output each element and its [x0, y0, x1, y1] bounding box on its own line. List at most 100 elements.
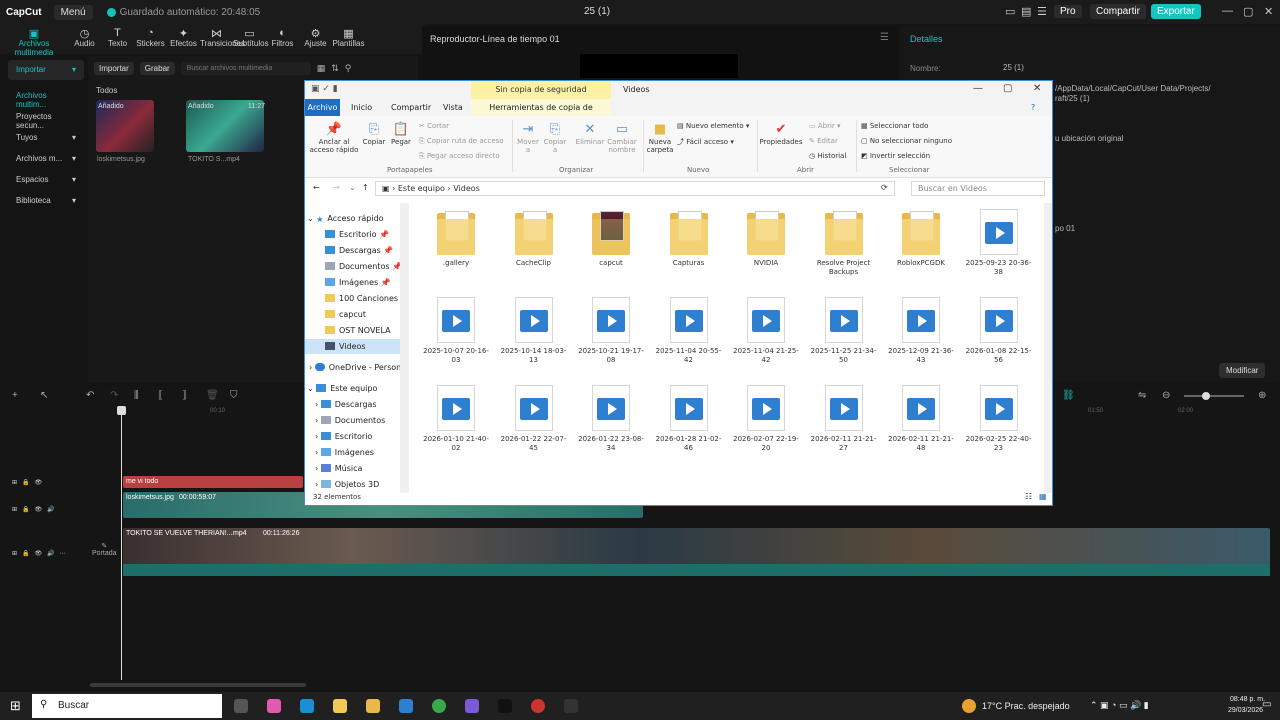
file-item[interactable]: 2026-01-28 21-02-46	[654, 385, 724, 453]
nav-item-quick-access[interactable]: ⌄ ★ Acceso rápido	[307, 211, 403, 226]
file-item[interactable]: 2026-02-11 21-21-48	[886, 385, 956, 453]
tab-filters[interactable]: ◐ Filtros	[266, 24, 299, 54]
cursor-icon[interactable]: ↖	[40, 390, 48, 401]
properties-button[interactable]: ✔ Propiedades	[759, 122, 803, 146]
nav-item-folder[interactable]: capcut	[325, 307, 409, 322]
filter-icon[interactable]: ⚲	[345, 63, 352, 74]
copy-button[interactable]: ⎘ Copiar	[361, 122, 387, 146]
rename-button[interactable]: ▭ Cambiar nombre	[605, 122, 639, 154]
share-button[interactable]: Compartir	[1090, 4, 1146, 19]
file-item[interactable]: NVIDIA	[731, 209, 801, 268]
sidebar-item-spaces[interactable]: Espacios ▾	[8, 170, 84, 190]
history-button[interactable]: ◷ Historial	[809, 152, 846, 160]
forward-icon[interactable]: →	[333, 183, 340, 192]
task-view-icon[interactable]	[234, 699, 248, 713]
tab-audio[interactable]: ◷ Audio	[68, 24, 101, 54]
nav-item-videos[interactable]: Videos	[305, 339, 400, 354]
obs-icon[interactable]	[531, 699, 545, 713]
menu-icon[interactable]: ☰	[880, 32, 889, 43]
sidebar-item-library[interactable]: Biblioteca ▾	[8, 191, 84, 211]
media-search-input[interactable]: Buscar archivos multimedia	[180, 62, 311, 75]
sidebar-item-yours[interactable]: Tuyos ▾	[8, 128, 84, 148]
delete-icon[interactable]: 🗑	[206, 390, 219, 401]
zoom-out-icon[interactable]: ⊖	[1162, 390, 1170, 401]
select-none-button[interactable]: ▢ No seleccionar ninguno	[861, 137, 952, 145]
sidebar-item-subprojects[interactable]: Proyectos secun...	[8, 107, 84, 130]
system-tray-icon[interactable]: ⌃ ▣ ◔ ▭ 🔊 ▮	[1090, 700, 1149, 711]
app-icon[interactable]	[564, 699, 578, 713]
tab-media[interactable]: ▣ Archivos multimedia	[0, 24, 68, 57]
pin-quick-access-button[interactable]: 📌 Anclar al acceso rápido	[309, 122, 359, 154]
tab-transitions[interactable]: ⋈ Transiciones	[200, 24, 245, 54]
tab-effects[interactable]: ✦ Efectos	[167, 24, 200, 54]
back-icon[interactable]: ←	[313, 183, 320, 192]
edge-icon[interactable]	[300, 699, 314, 713]
shortcut-icon[interactable]: ▤	[1021, 5, 1031, 18]
paste-shortcut-button[interactable]: ⎘ Pegar acceso directo	[419, 152, 500, 161]
text-clip[interactable]: me vi todo	[123, 476, 303, 488]
file-item[interactable]: 2025-11-04 20-55-42	[654, 297, 724, 365]
nav-item-onedrive[interactable]: › OneDrive - Person	[309, 360, 405, 375]
up-icon[interactable]: ↑	[362, 183, 369, 192]
file-item[interactable]: CacheClip	[499, 209, 569, 268]
nav-item-downloads[interactable]: › Descargas	[315, 397, 409, 412]
nav-item-desktop[interactable]: › Escritorio	[315, 429, 409, 444]
file-item[interactable]: 2025-11-25 21-34-50	[809, 297, 879, 365]
capcut-icon[interactable]	[498, 699, 512, 713]
cover-button[interactable]: ✎ Portada	[92, 542, 117, 557]
nav-item-downloads[interactable]: Descargas 📌	[325, 243, 409, 258]
delete-button[interactable]: ✕ Eliminar	[575, 122, 605, 146]
tab-share[interactable]: Compartir	[391, 103, 431, 112]
file-item[interactable]: 2025-10-21 19-17-08	[576, 297, 646, 365]
import-button[interactable]: Importar	[94, 62, 134, 75]
tab-text[interactable]: T Texto	[101, 24, 134, 54]
nav-item-folder[interactable]: 100 Canciones S	[325, 291, 409, 306]
add-icon[interactable]: +	[12, 390, 18, 401]
large-icons-view-icon[interactable]: ▦	[1039, 492, 1047, 501]
file-item[interactable]: 2026-01-22 23-08-34	[576, 385, 646, 453]
file-item[interactable]: 2026-01-10 21-40-02	[421, 385, 491, 453]
sort-icon[interactable]: ⇅	[331, 63, 339, 74]
file-item[interactable]: 2025-09-23 20-36-38	[964, 209, 1034, 277]
nav-item-3d-objects[interactable]: › Objetos 3D	[315, 477, 409, 492]
nav-item-documents[interactable]: › Documentos	[315, 413, 409, 428]
file-explorer-icon[interactable]	[333, 699, 347, 713]
file-item[interactable]: 2026-01-22 22-07-45	[499, 385, 569, 453]
grid-view-icon[interactable]: ▦	[317, 63, 326, 74]
minimize-icon[interactable]: —	[973, 83, 983, 94]
file-item[interactable]: 2025-10-07 20-16-03	[421, 297, 491, 365]
maximize-icon[interactable]: ▢	[1003, 83, 1012, 94]
move-to-button[interactable]: ⇥ Mover a	[515, 122, 541, 154]
file-item[interactable]: .gallery	[421, 209, 491, 268]
file-item[interactable]: Capturas	[654, 209, 724, 268]
split-left-icon[interactable]: ⟦	[158, 390, 163, 401]
shield-icon[interactable]: ⛉	[230, 390, 238, 401]
nav-item-music[interactable]: › Música	[315, 461, 409, 476]
select-all-button[interactable]: ▦ Seleccionar todo	[861, 122, 928, 130]
tab-adjust[interactable]: ⚙ Ajuste	[299, 24, 332, 54]
file-item[interactable]: Resolve Project Backups	[809, 209, 879, 277]
content-scrollbar[interactable]	[1044, 203, 1052, 493]
file-item[interactable]: RobloxPCGDK	[886, 209, 956, 268]
tab-stickers[interactable]: ◔ Stickers	[134, 24, 167, 54]
track-controls[interactable]: ⊞ 🔒 👁	[12, 479, 42, 486]
close-icon[interactable]: ✕	[1264, 5, 1273, 18]
file-item[interactable]: 2026-02-07 22-19-20	[731, 385, 801, 453]
zoom-slider[interactable]	[1184, 395, 1244, 397]
address-bar[interactable]: ▣ › Este equipo › Videos	[375, 181, 895, 196]
open-button[interactable]: ▭ Abrir ▾	[809, 122, 841, 130]
notification-icon[interactable]: ▭	[1262, 699, 1271, 710]
all-filter[interactable]: Todos	[96, 86, 117, 95]
refresh-icon[interactable]: ⟳	[881, 183, 888, 192]
tab-view[interactable]: Vista	[443, 103, 463, 112]
nav-item-desktop[interactable]: Escritorio 📌	[325, 227, 409, 242]
cut-button[interactable]: ✂ Cortar	[419, 122, 449, 130]
store-icon[interactable]	[366, 699, 380, 713]
tab-subtitles[interactable]: ▭ Subtítulos	[233, 24, 269, 54]
edit-button[interactable]: ✎ Editar	[809, 137, 838, 145]
file-item[interactable]: capcut	[576, 209, 646, 268]
track-controls[interactable]: ⊞ 🔒 👁 🔊	[12, 506, 55, 513]
undo-icon[interactable]: ↶	[86, 390, 94, 401]
tab-templates[interactable]: ▦ Plantillas	[332, 24, 365, 54]
mail-icon[interactable]	[399, 699, 413, 713]
